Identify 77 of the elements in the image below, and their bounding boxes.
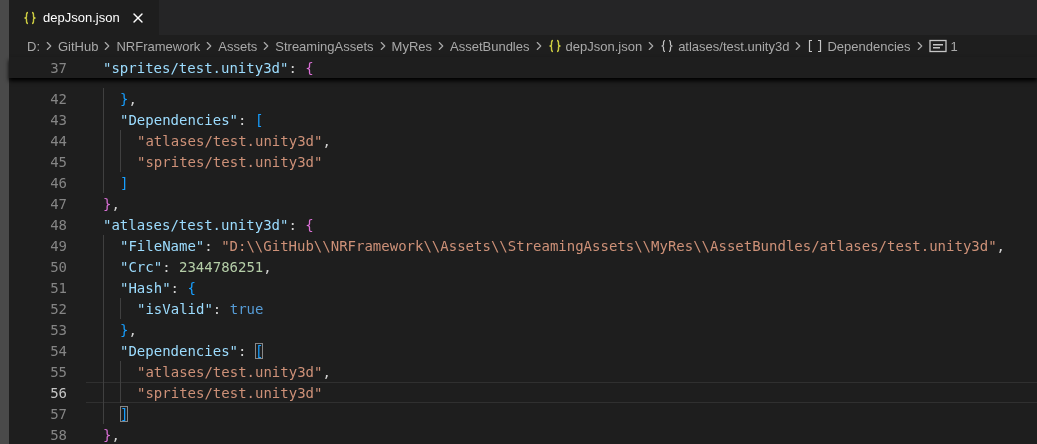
number-value: 2344786251: [179, 258, 264, 275]
line-number: 47: [49, 195, 67, 212]
bracket: {: [305, 216, 314, 233]
matched-bracket: ]: [120, 405, 129, 422]
bracket: [: [254, 111, 264, 128]
punctuation: :: [162, 258, 172, 275]
line-number: 46: [49, 174, 67, 191]
bracket: }: [103, 195, 112, 212]
bracket: }: [120, 90, 129, 107]
line-number: 51: [49, 279, 67, 296]
punctuation: :: [288, 59, 298, 76]
json-key: "atlases/test.unity3d": [103, 216, 289, 233]
punctuation: :: [238, 111, 248, 128]
line-number: 44: [49, 132, 67, 149]
matched-bracket: [: [254, 342, 264, 359]
breadcrumb-item[interactable]: MyRes: [391, 38, 432, 54]
braces-icon: [547, 39, 562, 53]
line-number: 49: [49, 237, 67, 254]
json-key: "Dependencies": [120, 111, 238, 128]
bracket: ]: [120, 174, 129, 191]
braces-icon: [23, 10, 37, 25]
breadcrumb-item[interactable]: Dependencies: [807, 38, 911, 54]
line-number: 52: [49, 300, 67, 317]
breadcrumb-item[interactable]: GitHub: [58, 38, 99, 54]
punctuation: :: [238, 342, 248, 359]
text-icon: [928, 39, 947, 53]
bracket: }: [120, 321, 129, 338]
bracket: {: [305, 59, 314, 76]
line-number: 43: [49, 111, 67, 128]
punctuation: :: [204, 237, 214, 254]
breadcrumb-item[interactable]: atlases/test.unity3d: [660, 38, 790, 54]
breadcrumb-item[interactable]: D:: [27, 38, 40, 54]
string-value: "D:\\GitHub\\NRFramework\\Assets\\StreamingAssets\\MyRes\\AssetBundles/atlases/test.unity3d": [221, 237, 997, 254]
punctuation: ,: [996, 237, 1006, 254]
json-key: "Hash": [120, 279, 171, 296]
punctuation: ,: [111, 195, 120, 212]
punctuation: ,: [128, 90, 137, 107]
boolean-value: true: [229, 300, 264, 317]
editor-tab[interactable]: depJson.json: [9, 0, 159, 35]
punctuation: ,: [263, 258, 272, 275]
string-value: "sprites/test.unity3d": [137, 384, 323, 401]
line-number: 53: [49, 321, 67, 338]
punctuation: :: [170, 279, 180, 296]
breadcrumb-item[interactable]: Assets: [218, 38, 258, 54]
json-key: "FileName": [120, 237, 205, 254]
line-number: 57: [49, 405, 67, 422]
brackets-icon: [807, 39, 824, 53]
line-number: 55: [49, 363, 67, 380]
braces-icon: [660, 39, 675, 53]
line-number: 58: [49, 426, 67, 443]
line-number: 42: [49, 90, 67, 107]
string-value: "atlases/test.unity3d": [137, 363, 323, 380]
punctuation: :: [288, 216, 298, 233]
line-number: 37: [49, 59, 67, 76]
string-value: "sprites/test.unity3d": [137, 153, 323, 170]
line-number: 54: [49, 342, 67, 359]
breadcrumb-item[interactable]: 1: [928, 38, 958, 54]
breadcrumb-item[interactable]: AssetBundles: [450, 38, 530, 54]
string-value: "atlases/test.unity3d": [137, 132, 323, 149]
punctuation: :: [212, 300, 223, 317]
json-key: "Crc": [120, 258, 163, 275]
punctuation: ,: [128, 321, 137, 338]
json-key: "sprites/test.unity3d": [103, 59, 289, 76]
json-key: "Dependencies": [120, 342, 238, 359]
punctuation: ,: [322, 363, 331, 380]
breadcrumb-item[interactable]: depJson.json: [547, 38, 643, 54]
bracket: {: [187, 279, 196, 296]
line-number: 45: [49, 153, 67, 170]
json-key: "isValid": [137, 300, 213, 317]
line-number: 50: [49, 258, 67, 275]
breadcrumb-item[interactable]: NRFramework: [116, 38, 201, 54]
punctuation: ,: [111, 426, 120, 443]
line-number: 48: [49, 216, 67, 233]
punctuation: ,: [322, 132, 331, 149]
breadcrumb-item[interactable]: StreamingAssets: [275, 38, 374, 54]
line-number: 56: [49, 384, 67, 401]
bracket: }: [103, 426, 112, 443]
